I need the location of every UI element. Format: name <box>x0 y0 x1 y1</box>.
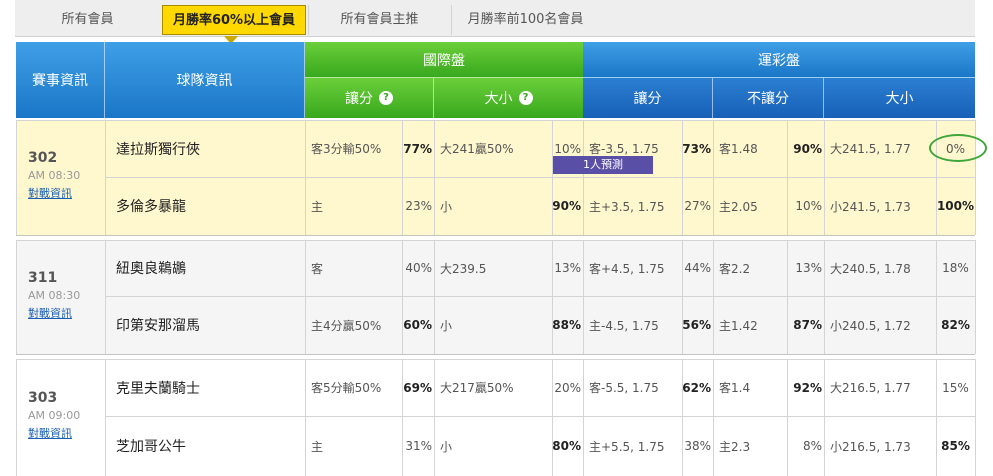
lottery-ou-line: 小240.5, 1.72 <box>830 318 911 333</box>
intl-ou-line: 大217贏50% <box>440 381 514 395</box>
intl-ou-line: 小 <box>440 439 453 454</box>
lottery-spread-pct: 38% <box>684 439 711 453</box>
lottery-spread-pct: 44% <box>684 261 711 275</box>
intl-ou-line: 大239.5 <box>440 261 487 276</box>
lottery-ml-pct: 13% <box>795 261 822 275</box>
lottery-ml-line: 主1.42 <box>719 318 758 333</box>
intl-spread-pct: 60% <box>403 318 432 332</box>
lottery-spread-line: 主+3.5, 1.75 <box>589 199 665 214</box>
header-lottery-over-under: 大小 <box>824 78 975 118</box>
game-time: AM 08:30 <box>28 289 81 302</box>
lottery-spread-line: 客+4.5, 1.75 <box>589 261 665 276</box>
intl-spread-pct: 40% <box>405 261 432 275</box>
game-time: AM 09:00 <box>28 409 81 422</box>
lottery-ou-line: 大216.5, 1.77 <box>830 381 911 395</box>
grid-line <box>975 240 976 354</box>
lottery-ml-pct: 90% <box>793 141 822 156</box>
header-intl-over-under: 大小? <box>434 78 583 118</box>
lottery-spread-pct: 56% <box>682 318 711 332</box>
intl-ou-pct: 13% <box>554 261 581 275</box>
help-icon[interactable]: ? <box>518 91 533 105</box>
lottery-ml-line: 主2.3 <box>719 439 751 454</box>
highlight-circle <box>929 134 987 162</box>
intl-ou-pct: 80% <box>552 439 581 453</box>
tab-all-members-picks[interactable]: 所有會員主推 <box>308 5 450 35</box>
game-time: AM 08:30 <box>28 169 81 182</box>
game-info-302: 302 AM 08:30 對戰資訊 <box>16 150 105 201</box>
lottery-spread-line: 主+5.5, 1.75 <box>589 439 665 454</box>
lottery-spread-line: 客-5.5, 1.75 <box>589 381 659 395</box>
intl-spread-pct: 23% <box>405 199 432 213</box>
intl-spread-pct: 69% <box>403 380 432 395</box>
grid-line <box>975 359 976 476</box>
team-name: 達拉斯獨行俠 <box>116 141 200 158</box>
lottery-ou-line: 大240.5, 1.78 <box>830 261 911 276</box>
help-icon[interactable]: ? <box>379 91 393 105</box>
member-filter-tabs: 所有會員 月勝率60%以上會員 所有會員主推 月勝率前100名會員 <box>15 0 975 37</box>
game-info-303: 303 AM 09:00 對戰資訊 <box>16 390 105 441</box>
intl-ou-line: 小 <box>440 199 453 214</box>
lottery-ou-pct: 85% <box>941 439 970 453</box>
intl-spread-line: 客5分輸50% <box>311 381 382 395</box>
intl-ou-pct: 90% <box>552 199 581 213</box>
header-intl-handicap: 讓分? <box>305 78 434 118</box>
lottery-ou-line: 大241.5, 1.77 <box>830 142 911 156</box>
lottery-ml-pct: 92% <box>793 380 822 395</box>
intl-ou-line: 小 <box>440 318 453 333</box>
lottery-ml-line: 客1.48 <box>719 142 758 156</box>
matchup-info-link[interactable]: 對戰資訊 <box>28 185 105 201</box>
header-sports-lottery: 運彩盤 <box>583 42 975 78</box>
game-id: 302 <box>28 150 58 166</box>
intl-ou-line: 大241贏50% <box>440 142 514 156</box>
header-lottery-no-handicap: 不讓分 <box>713 78 824 118</box>
header-intl-handicap-label: 讓分 <box>345 91 373 107</box>
header-intl-odds: 國際盤 <box>305 42 583 78</box>
game-info-311: 311 AM 08:30 對戰資訊 <box>16 270 105 321</box>
lottery-spread-pct: 73% <box>682 141 711 156</box>
intl-ou-pct: 20% <box>554 380 581 395</box>
lottery-ou-pct: 18% <box>942 261 969 275</box>
lottery-ou-line: 小216.5, 1.73 <box>830 439 911 454</box>
intl-spread-line: 主 <box>311 199 324 214</box>
header-lottery-handicap: 讓分 <box>583 78 713 118</box>
intl-ou-pct: 88% <box>552 318 581 332</box>
lottery-ou-line: 小241.5, 1.73 <box>830 199 911 214</box>
team-name: 紐奧良鵜鶘 <box>116 261 186 277</box>
team-name: 克里夫蘭騎士 <box>116 380 200 397</box>
header-game-info: 賽事資訊 <box>16 42 105 118</box>
lottery-ml-line: 客1.4 <box>719 381 751 395</box>
intl-spread-pct: 77% <box>403 141 432 156</box>
game-id: 311 <box>28 270 58 286</box>
team-name: 芝加哥公牛 <box>116 439 186 455</box>
lottery-spread-pct: 27% <box>684 199 711 213</box>
intl-spread-line: 主 <box>311 439 324 454</box>
matchup-info-link[interactable]: 對戰資訊 <box>28 425 105 441</box>
lottery-ml-pct: 10% <box>795 199 822 213</box>
header-intl-over-under-label: 大小 <box>484 91 513 107</box>
lottery-ml-pct: 87% <box>793 318 822 332</box>
tab-top-100[interactable]: 月勝率前100名會員 <box>451 5 599 35</box>
lottery-ml-line: 主2.05 <box>719 199 758 214</box>
lottery-ml-line: 客2.2 <box>719 261 751 276</box>
intl-spread-line: 主4分贏50% <box>311 318 382 333</box>
lottery-ou-pct: 82% <box>941 318 970 332</box>
tab-win-rate-60[interactable]: 月勝率60%以上會員 <box>162 5 306 35</box>
team-name: 多倫多暴龍 <box>116 199 186 215</box>
game-id: 303 <box>28 390 58 406</box>
tab-all-members[interactable]: 所有會員 <box>15 5 160 35</box>
lottery-ml-pct: 8% <box>802 439 822 453</box>
lottery-ou-pct: 15% <box>942 380 969 395</box>
intl-spread-pct: 31% <box>405 439 432 453</box>
lottery-ou-pct: 100% <box>936 199 975 213</box>
prediction-count-badge[interactable]: 1人預測 <box>553 156 653 174</box>
team-name: 印第安那溜馬 <box>116 318 200 334</box>
matchup-info-link[interactable]: 對戰資訊 <box>28 305 105 321</box>
intl-spread-line: 客 <box>311 261 324 276</box>
intl-spread-line: 客3分輸50% <box>311 142 382 156</box>
header-team-info: 球隊資訊 <box>105 42 305 118</box>
lottery-spread-pct: 62% <box>682 380 711 395</box>
lottery-spread-line: 主-4.5, 1.75 <box>589 318 659 333</box>
